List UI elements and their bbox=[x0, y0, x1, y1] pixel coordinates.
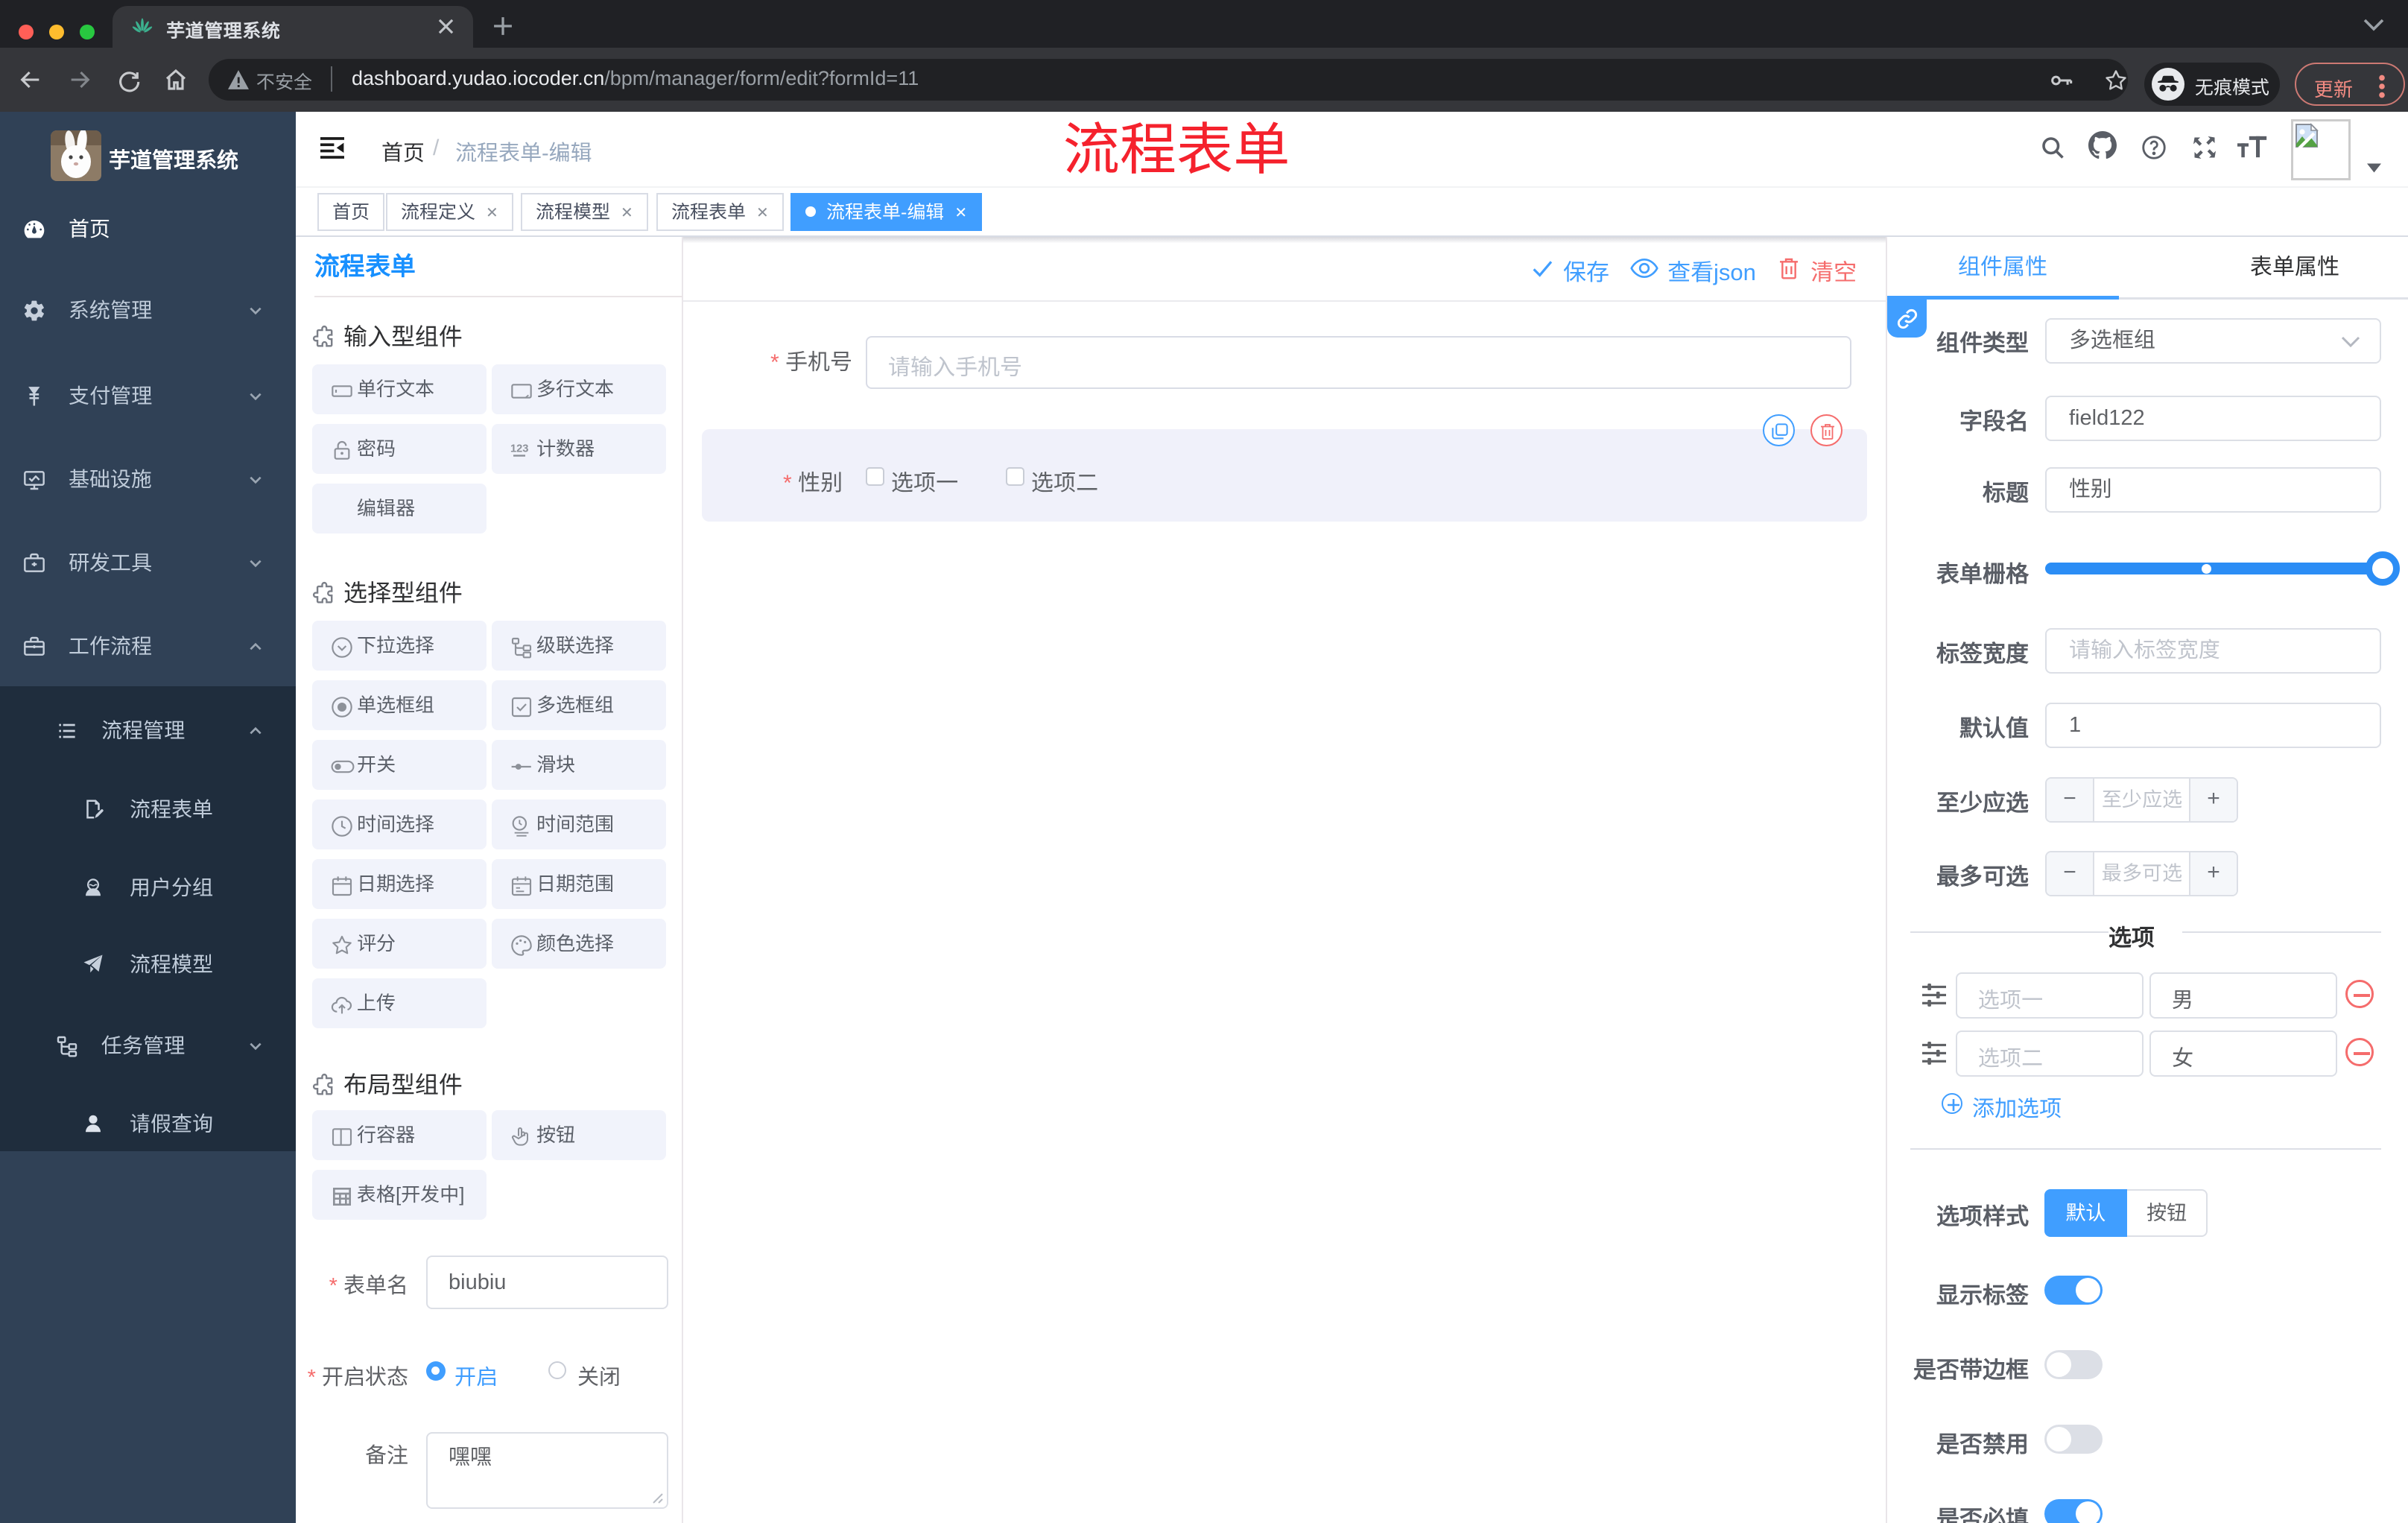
svg-text:123: 123 bbox=[510, 443, 528, 455]
